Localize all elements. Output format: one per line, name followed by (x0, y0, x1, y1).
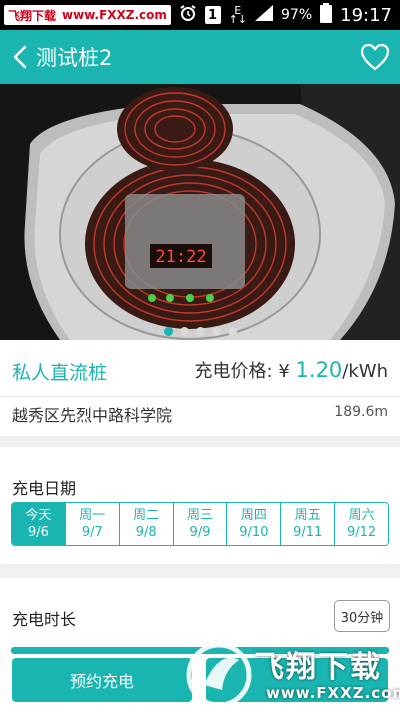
date-tab-tue[interactable]: 周二 9/8 (118, 503, 173, 545)
date-tab-fri[interactable]: 周五 9/11 (280, 503, 335, 545)
app-header: 测试桩2 (0, 30, 400, 84)
watermark-url: www.FXXZ.com (62, 8, 167, 22)
clock: 19:17 (340, 4, 392, 26)
weekday: 周六 (348, 508, 375, 523)
date-tab-today[interactable]: 今天 9/6 (12, 503, 65, 545)
carousel-indicator (0, 327, 400, 336)
charging-date-label: 充电日期 (12, 479, 77, 498)
date: 9/10 (239, 525, 269, 540)
price-unit: /kWh (342, 361, 388, 382)
weekday: 今天 (25, 508, 52, 523)
watermark-badge: 飞翔下载 www.FXXZ.com (4, 5, 171, 25)
weekday: 周四 (240, 508, 267, 523)
network-type-icon: E ↑↓ (228, 4, 247, 26)
network-type-label: E (234, 4, 242, 17)
charger-display-time: 21:22 (155, 247, 206, 267)
date-tab-thu[interactable]: 周四 9/10 (226, 503, 281, 545)
date: 9/7 (81, 525, 103, 540)
sim-icon: 1 (204, 6, 221, 24)
date: 9/9 (189, 525, 211, 540)
date-tab-sat[interactable]: 周六 9/12 (334, 503, 388, 545)
status-icons: 1 E ↑↓ 97% 19:17 (179, 0, 392, 30)
date: 9/6 (27, 525, 49, 540)
distance: 189.6m (334, 404, 388, 420)
divider (0, 396, 400, 397)
weekday: 周一 (79, 508, 106, 523)
carousel-dot[interactable] (211, 327, 221, 336)
station-address[interactable]: 越秀区先烈中路科学院 (12, 402, 172, 426)
date-tab-wed[interactable]: 周三 9/9 (172, 503, 227, 545)
watermark-domain: www.FXXZ.com (266, 684, 400, 702)
charger-photo: 21:22 (0, 84, 400, 340)
date-tabs: 今天 9/6 周一 9/7 周二 9/8 周三 9/9 周四 9/10 周五 9/11 周六… (11, 502, 389, 546)
carousel-dot[interactable] (227, 327, 237, 336)
date: 9/11 (293, 525, 323, 540)
status-bar: 飞翔下载 www.FXXZ.com 1 E ↑↓ 97% 19:17 (0, 0, 400, 30)
watermark-logo-text: 飞翔下载 (254, 650, 382, 685)
watermark-logo-icon (186, 642, 252, 708)
date: 9/8 (135, 525, 157, 540)
weekday: 周三 (187, 508, 214, 523)
watermark-overlay: 飞翔下载 www.FXXZ.com (180, 640, 400, 712)
carousel-dot[interactable] (179, 327, 189, 336)
date: 9/12 (346, 525, 377, 540)
charger-photo-carousel[interactable]: 21:22 (0, 84, 400, 340)
carousel-dot[interactable] (163, 327, 173, 336)
chevron-left-icon[interactable] (8, 44, 34, 70)
battery-icon (320, 3, 333, 27)
page-title: 测试桩2 (36, 46, 113, 70)
charging-date-section: 充电日期 今天 9/6 周一 9/7 周二 9/8 周三 9/9 周四 9/10 周五 9/… (0, 447, 400, 564)
weekday: 周二 (133, 508, 160, 523)
signal-icon (255, 5, 273, 25)
price-value: 1.20 (295, 358, 343, 382)
pile-type: 私人直流桩 (12, 362, 108, 384)
date-tab-mon[interactable]: 周一 9/7 (64, 503, 119, 545)
alarm-icon (179, 4, 197, 26)
reserve-charging-button[interactable]: 预约充电 (12, 658, 192, 702)
carousel-dot[interactable] (195, 327, 205, 336)
station-info: 私人直流桩 充电价格: ¥ 1.20/kWh 越秀区先烈中路科学院 189.6m (0, 340, 400, 436)
price-label: 充电价格: (194, 361, 273, 382)
charging-duration-label: 充电时长 (12, 610, 77, 629)
weekday: 周五 (294, 508, 321, 523)
duration-select[interactable]: 30分钟 (334, 600, 390, 632)
heart-outline-icon[interactable] (360, 43, 390, 71)
charging-price: 充电价格: ¥ 1.20/kWh (195, 357, 388, 383)
watermark-name: 飞翔下载 (8, 8, 57, 23)
battery-percent: 97% (281, 7, 313, 23)
price-currency: ¥ (278, 361, 290, 382)
